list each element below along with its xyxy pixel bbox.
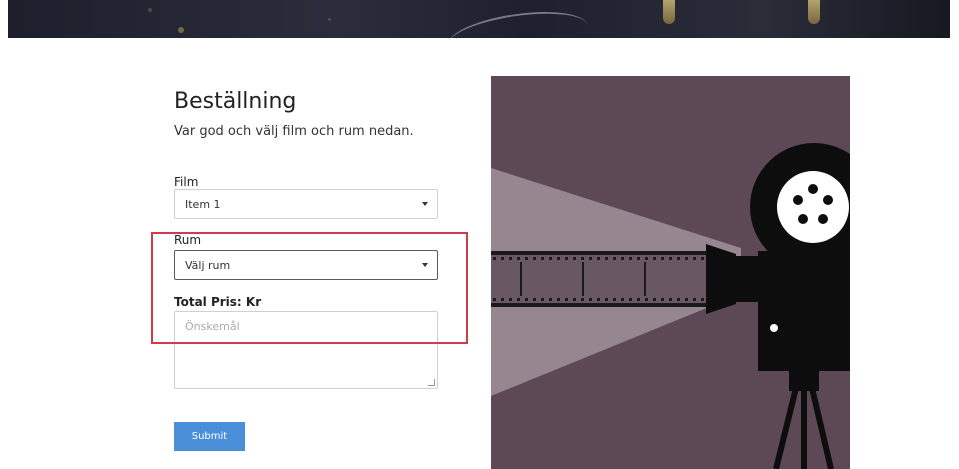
projector-indicator-light [770,324,778,332]
film-select[interactable]: Item 1 [174,189,438,219]
chevron-down-icon [422,202,428,206]
film-select-value: Item 1 [185,197,221,211]
submit-button[interactable]: Submit [174,422,245,451]
bokeh-light [328,18,331,21]
highlight-box [151,232,468,344]
resize-grip-icon[interactable] [428,379,435,386]
projector-lens [706,244,736,314]
champagne-glass [663,0,675,24]
bokeh-light [148,8,152,12]
decorative-swoosh [445,4,591,38]
page-subtitle: Var god och välj film och rum nedan. [174,124,414,139]
film-label: Film [174,175,199,189]
film-projector-illustration [491,76,850,469]
bokeh-light [178,27,184,33]
champagne-glass [808,0,820,24]
header-banner [8,0,950,38]
page-title: Beställning [174,89,297,114]
